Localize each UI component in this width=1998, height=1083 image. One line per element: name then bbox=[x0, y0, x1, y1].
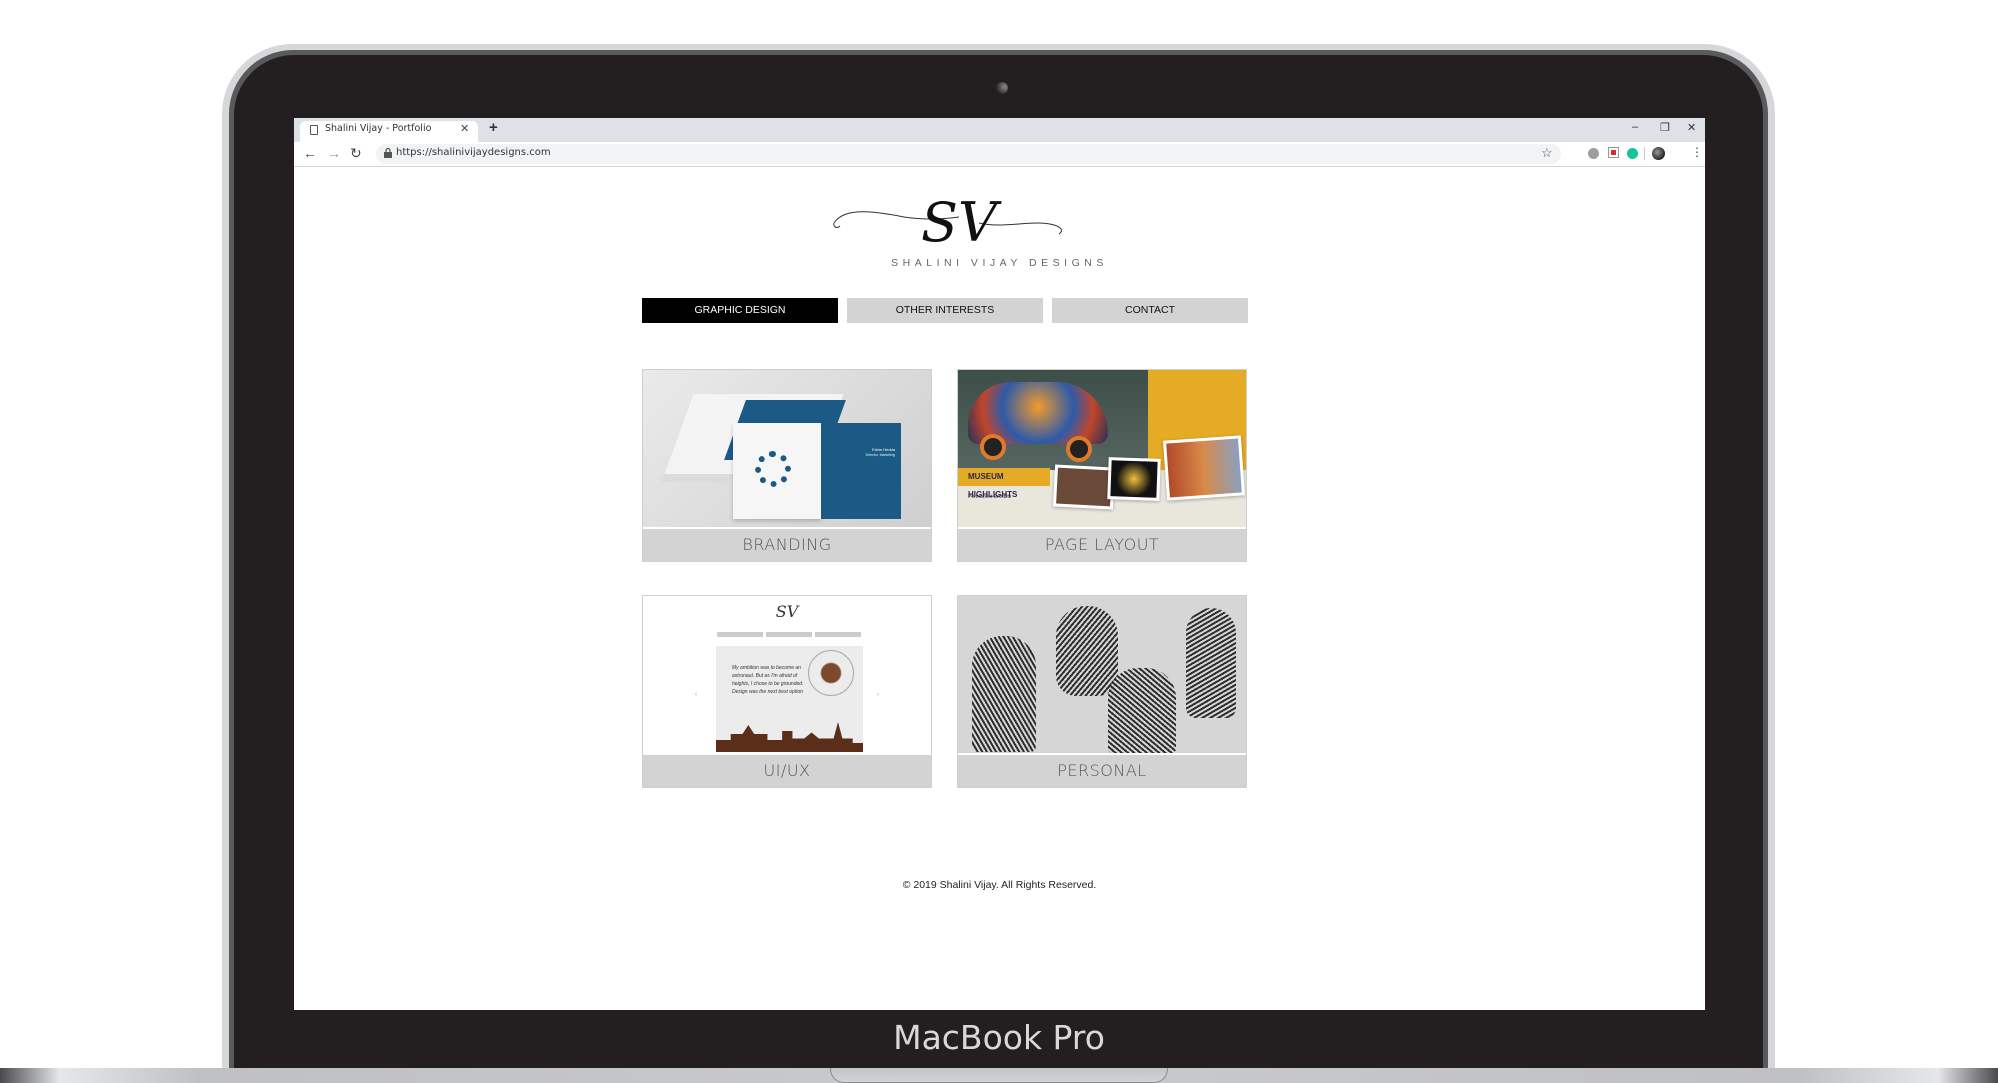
mini-hero-text: My ambition was to become an astronaut. … bbox=[732, 665, 804, 695]
photo-frame bbox=[1107, 457, 1161, 501]
nav-other-interests[interactable]: OTHER INTERESTS bbox=[847, 298, 1043, 323]
camera-icon bbox=[996, 82, 1008, 94]
card-title: Director, Marketing bbox=[865, 453, 895, 457]
red-box-extension-icon[interactable] bbox=[1608, 147, 1619, 158]
mini-next-arrow: › bbox=[877, 692, 879, 698]
minimize-icon[interactable]: – bbox=[1632, 121, 1638, 133]
gray-circle-extension-icon[interactable] bbox=[1588, 148, 1599, 159]
logo-text: SV bbox=[921, 191, 1002, 249]
page-layout-thumbnail: MUSEUM HIGHLIGHTS Permanent Exhibits bbox=[958, 370, 1246, 527]
portrait-illustration bbox=[1108, 668, 1176, 753]
tab-bar: Shalini Vijay - Portfolio ✕ + – ❐ ✕ bbox=[294, 118, 1705, 142]
city-skyline bbox=[716, 722, 863, 752]
car-wheel bbox=[1066, 436, 1092, 462]
car-wheel bbox=[980, 434, 1006, 460]
bookmark-star-icon[interactable]: ☆ bbox=[1541, 145, 1553, 161]
url-text: https://shalinivijaydesigns.com bbox=[396, 147, 551, 158]
forward-icon[interactable]: → bbox=[327, 145, 341, 161]
ui-ux-thumbnail: SV My ambition was to become an astronau… bbox=[643, 596, 931, 753]
mini-nav-item bbox=[766, 632, 812, 637]
card-front bbox=[733, 423, 821, 519]
card-caption: PERSONAL bbox=[958, 755, 1246, 787]
portfolio-card-ui-ux[interactable]: SV My ambition was to become an astronau… bbox=[642, 595, 932, 788]
photo-frame bbox=[1163, 435, 1245, 501]
back-icon[interactable]: ← bbox=[303, 145, 317, 161]
nav-contact[interactable]: CONTACT bbox=[1052, 298, 1248, 323]
astronaut-planet-illustration bbox=[808, 650, 854, 696]
close-window-icon[interactable]: ✕ bbox=[1687, 121, 1696, 134]
portrait-illustration bbox=[972, 636, 1036, 752]
portfolio-card-personal[interactable]: PERSONAL bbox=[957, 595, 1247, 788]
profile-avatar[interactable] bbox=[1652, 147, 1665, 160]
mini-hero: My ambition was to become an astronaut. … bbox=[716, 646, 863, 752]
page-icon bbox=[310, 125, 318, 135]
card-name: Edvin Hedda bbox=[872, 447, 895, 452]
footer-copyright: © 2019 Shalini Vijay. All Rights Reserve… bbox=[902, 879, 1097, 891]
museum-highlights-banner: MUSEUM HIGHLIGHTS bbox=[958, 468, 1050, 499]
tab-title: Shalini Vijay - Portfolio bbox=[325, 123, 432, 134]
browser-toolbar: ← → ↻ https://shalinivijaydesigns.com ☆ … bbox=[294, 142, 1705, 167]
new-tab-icon[interactable]: + bbox=[489, 119, 498, 136]
personal-thumbnail bbox=[958, 596, 1246, 753]
card-caption: PAGE LAYOUT bbox=[958, 529, 1246, 561]
reload-icon[interactable]: ↻ bbox=[350, 145, 362, 162]
card-back: Edvin Hedda Director, Marketing bbox=[821, 423, 901, 519]
web-page: SV SHALINI VIJAY DESIGNS GRAPHIC DESIGN … bbox=[294, 167, 1705, 1010]
device-label: MacBook Pro bbox=[893, 1018, 1105, 1057]
mini-logo: SV bbox=[775, 602, 799, 621]
menu-icon[interactable]: ⋮ bbox=[1691, 145, 1703, 159]
logo-subtitle: SHALINI VIJAY DESIGNS bbox=[891, 257, 1108, 269]
portfolio-card-branding[interactable]: Edvin Hedda Director, Marketing BRANDING bbox=[642, 369, 932, 562]
browser-window: Shalini Vijay - Portfolio ✕ + – ❐ ✕ ← → … bbox=[294, 118, 1705, 1010]
lock-icon bbox=[384, 147, 392, 160]
portrait-illustration bbox=[1056, 606, 1118, 696]
photo-frame bbox=[1052, 464, 1116, 510]
portrait-illustration bbox=[1186, 608, 1236, 718]
portfolio-card-page-layout[interactable]: MUSEUM HIGHLIGHTS Permanent Exhibits PAG… bbox=[957, 369, 1247, 562]
mini-nav-item bbox=[717, 632, 763, 637]
card-logo-icon bbox=[755, 451, 791, 487]
mini-prev-arrow: ‹ bbox=[695, 692, 697, 698]
browser-tab[interactable]: Shalini Vijay - Portfolio ✕ bbox=[300, 121, 478, 142]
close-tab-icon[interactable]: ✕ bbox=[460, 122, 469, 135]
card-caption: UI/UX bbox=[643, 755, 931, 787]
branding-thumbnail: Edvin Hedda Director, Marketing bbox=[643, 370, 931, 527]
logo-monogram[interactable]: SV bbox=[829, 189, 1069, 249]
grammarly-icon[interactable] bbox=[1627, 148, 1638, 159]
address-bar[interactable]: https://shalinivijaydesigns.com ☆ bbox=[376, 144, 1561, 164]
nav-graphic-design[interactable]: GRAPHIC DESIGN bbox=[642, 298, 838, 323]
mini-nav-item bbox=[815, 632, 861, 637]
toolbar-divider bbox=[1644, 147, 1645, 160]
laptop-notch bbox=[830, 1068, 1168, 1083]
card-caption: BRANDING bbox=[643, 529, 931, 561]
permanent-exhibits-text: Permanent Exhibits bbox=[968, 494, 1012, 500]
restore-icon[interactable]: ❐ bbox=[1660, 121, 1670, 134]
